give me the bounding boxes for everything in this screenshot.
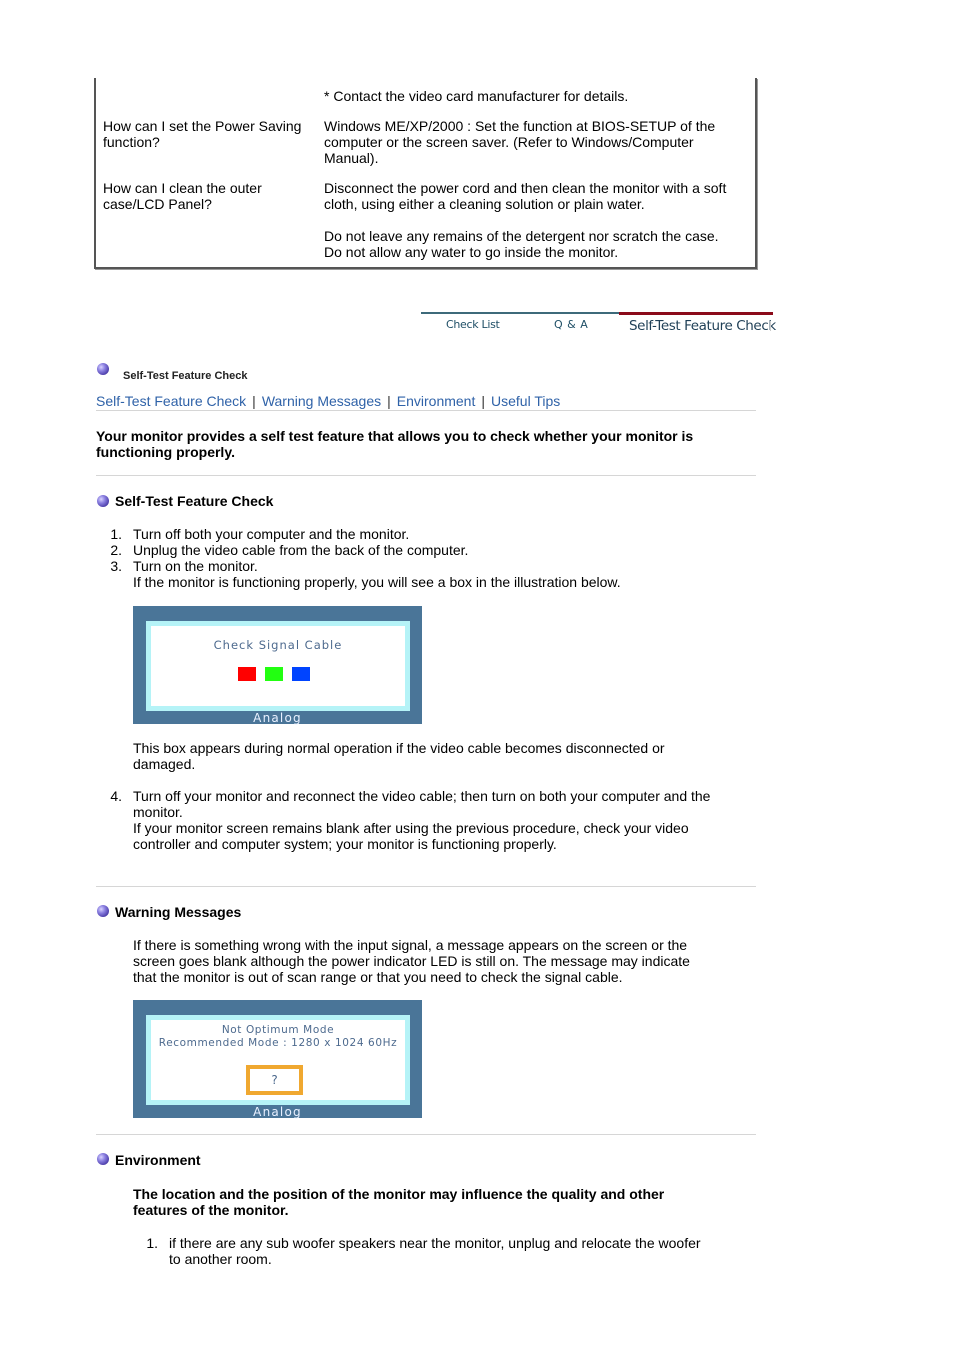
faq-question-clean: How can I clean the outer case/LCD Panel… [103, 180, 262, 212]
warning-description: If there is something wrong with the inp… [133, 937, 690, 985]
text-line: features of the monitor. [133, 1202, 289, 1218]
divider [96, 475, 756, 476]
text-line: This box appears during normal operation… [133, 740, 665, 756]
faq-question-line: How can I set the Power Saving [103, 118, 302, 134]
bullet-icon [97, 905, 109, 917]
faq-answer-line: Disconnect the power cord and then clean… [324, 180, 727, 196]
text-line: monitor. [133, 804, 183, 820]
step-text: Turn off your monitor and reconnect the … [133, 788, 710, 852]
text-line: that the monitor is out of scan range or… [133, 969, 623, 985]
text-line: The location and the position of the mon… [133, 1186, 665, 1202]
not-optimum-mode-illustration: Not Optimum Mode Recommended Mode : 1280… [133, 1000, 422, 1119]
faq-answer-contact: * Contact the video card manufacturer fo… [324, 88, 629, 104]
tab-q-and-a[interactable]: Q & A [554, 318, 588, 331]
blue-square [292, 667, 310, 681]
red-square [238, 667, 256, 681]
bullet-icon [97, 363, 109, 375]
nav-link-useful-tips[interactable]: Useful Tips [491, 393, 560, 409]
text-line: Turn off your monitor and reconnect the … [133, 788, 711, 804]
tab-bar: Check List Q & A Self-Test Feature Check [421, 312, 776, 340]
faq-answer-line: Windows ME/XP/2000 : Set the function at… [324, 118, 716, 134]
nav-separator: | [387, 393, 391, 409]
divider [96, 410, 756, 411]
faq-answer-line: Do not allow any water to go inside the … [324, 244, 619, 260]
step-number: 2. [110, 542, 122, 558]
divider [96, 1134, 756, 1135]
step-text: Turn off both your computer and the moni… [133, 526, 410, 542]
check-signal-cable-illustration: Check Signal Cable Analog [133, 606, 422, 725]
text-line: If your monitor screen remains blank aft… [133, 820, 689, 836]
faq-answer-line: Do not leave any remains of the detergen… [324, 228, 719, 244]
faq-answer-line: computer or the screen saver. (Refer to … [324, 134, 694, 150]
text-line: if there are any sub woofer speakers nea… [169, 1235, 701, 1251]
tab-bar-line [421, 312, 619, 314]
text-line: screen goes blank although the power ind… [133, 953, 690, 969]
osd-description: This box appears during normal operation… [133, 740, 665, 772]
text-line: controller and computer system; your mon… [133, 836, 557, 852]
bullet-icon [97, 1153, 109, 1165]
nav-link-environment[interactable]: Environment [397, 393, 476, 409]
bullet-icon [97, 495, 109, 507]
nav-separator: | [252, 393, 256, 409]
step-number: 1. [146, 1235, 158, 1251]
nav-separator: | [481, 393, 485, 409]
osd-input-label: Analog [253, 1105, 302, 1119]
environment-heading: Environment [115, 1152, 201, 1168]
osd-question-box: ? [246, 1065, 303, 1095]
step-text: Unplug the video cable from the back of … [133, 542, 469, 558]
osd-message: Check Signal Cable [213, 638, 343, 652]
section-nav: Self-Test Feature Check | Warning Messages… [96, 393, 560, 409]
environment-intro: The location and the position of the mon… [133, 1186, 664, 1218]
step-number: 1. [110, 526, 122, 542]
text-line: to another room. [169, 1251, 272, 1267]
text-line: damaged. [133, 756, 196, 772]
faq-question-line: case/LCD Panel? [103, 196, 212, 212]
tab-separator [770, 321, 771, 331]
nav-link-warning-messages[interactable]: Warning Messages [262, 393, 381, 409]
faq-question-line: How can I clean the outer [103, 180, 262, 196]
tab-active-indicator [619, 312, 773, 315]
nav-link-self-test[interactable]: Self-Test Feature Check [96, 393, 246, 409]
divider [96, 886, 756, 887]
green-square [265, 667, 283, 681]
intro-line: functioning properly. [96, 444, 235, 460]
faq-question-line: function? [103, 134, 160, 150]
intro-line: Your monitor provides a self test featur… [96, 428, 694, 444]
osd-window: Check Signal Cable [146, 621, 410, 711]
step-note: If the monitor is functioning properly, … [133, 574, 621, 590]
self-test-heading: Self-Test Feature Check [115, 493, 274, 509]
faq-answer-clean: Disconnect the power cord and then clean… [324, 180, 726, 212]
tab-self-test-feature-check[interactable]: Self-Test Feature Check [629, 318, 776, 334]
faq-answer-line: cloth, using either a cleaning solution … [324, 196, 645, 212]
osd-recommended-mode: Recommended Mode : 1280 x 1024 60Hz [158, 1037, 398, 1049]
step-text: Turn on the monitor. [133, 558, 258, 574]
intro-text: Your monitor provides a self test featur… [96, 428, 693, 460]
faq-answer-clean-note: Do not leave any remains of the detergen… [324, 228, 719, 260]
faq-answer-line: Manual). [324, 150, 379, 166]
section-title: Self-Test Feature Check [123, 370, 248, 382]
warning-messages-heading: Warning Messages [115, 904, 242, 920]
osd-window: Not Optimum Mode Recommended Mode : 1280… [146, 1015, 410, 1105]
text-line: If there is something wrong with the inp… [133, 937, 688, 953]
environment-item: if there are any sub woofer speakers nea… [169, 1235, 701, 1267]
faq-answer-power-saving: Windows ME/XP/2000 : Set the function at… [324, 118, 715, 166]
step-number: 4. [110, 788, 122, 804]
osd-input-label: Analog [253, 711, 302, 725]
faq-question-power-saving: How can I set the Power Saving function? [103, 118, 301, 150]
osd-message: Not Optimum Mode [221, 1024, 335, 1036]
tab-check-list[interactable]: Check List [446, 318, 500, 331]
step-number: 3. [110, 558, 122, 574]
